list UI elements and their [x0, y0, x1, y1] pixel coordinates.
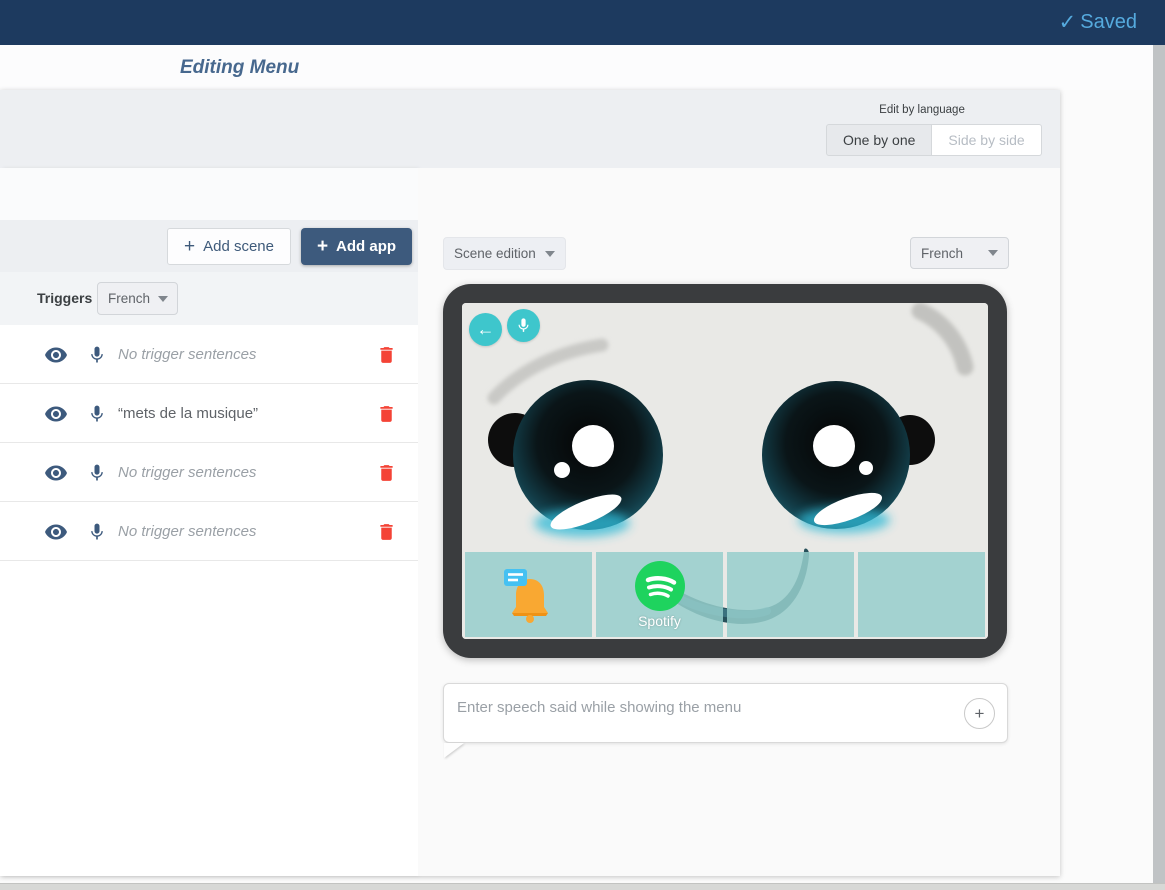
add-scene-label: Add scene	[203, 238, 274, 255]
screen-mic-button[interactable]	[507, 309, 540, 342]
tile-empty[interactable]	[858, 552, 985, 637]
trigger-sentence-text: “mets de la musique”	[118, 384, 258, 443]
delete-icon[interactable]	[376, 521, 397, 543]
add-buttons-band: + Add scene + Add app	[0, 220, 418, 272]
menu-tiles: Spotify	[465, 552, 985, 637]
editing-menu-page: ✓ Saved Editing Menu Edit by language On…	[0, 0, 1165, 890]
trigger-row[interactable]: No trigger sentences	[0, 502, 418, 561]
scrollbar-thumb[interactable]	[1153, 45, 1165, 883]
delete-icon[interactable]	[376, 462, 397, 484]
visibility-icon[interactable]	[44, 461, 68, 485]
scene-language-dropdown[interactable]: French	[910, 237, 1009, 269]
chevron-down-icon	[158, 296, 168, 302]
subheader: Editing Menu	[0, 45, 1165, 90]
back-button[interactable]: ←	[469, 313, 502, 346]
trigger-row[interactable]: “mets de la musique”	[0, 384, 418, 443]
spotify-icon	[634, 560, 686, 612]
trigger-sentence-text: No trigger sentences	[118, 325, 256, 384]
add-app-button[interactable]: + Add app	[301, 228, 412, 265]
triggers-language-value: French	[108, 291, 150, 306]
plus-icon: +	[184, 237, 195, 256]
chevron-down-icon	[545, 251, 555, 257]
microphone-icon[interactable]	[87, 521, 107, 543]
scene-language-value: French	[921, 246, 963, 261]
tile-spotify[interactable]: Spotify	[596, 552, 723, 637]
horizontal-scrollbar-track[interactable]	[0, 883, 1165, 890]
speech-input[interactable]	[457, 692, 937, 722]
triggers-header: Triggers French	[0, 272, 418, 325]
editor-card: Edit by language One by one Side by side…	[0, 90, 1060, 876]
save-status-label: Saved	[1080, 11, 1137, 34]
microphone-icon[interactable]	[87, 344, 107, 366]
trigger-sentence-text: No trigger sentences	[118, 443, 256, 502]
add-app-label: Add app	[336, 238, 396, 255]
visibility-icon[interactable]	[44, 402, 68, 426]
visibility-icon[interactable]	[44, 520, 68, 544]
speech-bubble: +	[443, 683, 1008, 743]
speech-bubble-tail	[444, 743, 464, 758]
scene-edition-dropdown[interactable]: Scene edition	[443, 237, 566, 270]
back-arrow-icon: ←	[477, 319, 495, 340]
plus-icon: +	[975, 704, 985, 724]
scene-editor: Scene edition French	[418, 168, 1060, 876]
chevron-down-icon	[988, 250, 998, 256]
trigger-sentence-text: No trigger sentences	[118, 502, 256, 561]
triggers-language-dropdown[interactable]: French	[97, 282, 178, 315]
vertical-scrollbar[interactable]	[1153, 45, 1165, 883]
tile-label: Spotify	[638, 613, 681, 629]
trigger-row[interactable]: No trigger sentences	[0, 443, 418, 502]
check-icon: ✓	[1059, 10, 1077, 35]
robot-screen: ←	[462, 303, 988, 639]
scene-edition-value: Scene edition	[454, 246, 536, 261]
tile-notifications[interactable]	[465, 552, 592, 637]
tablet-preview: ←	[443, 284, 1007, 658]
toggle-one-by-one[interactable]: One by one	[826, 124, 932, 156]
save-status: ✓ Saved	[1059, 0, 1137, 45]
trigger-row[interactable]: No trigger sentences	[0, 325, 418, 384]
delete-icon[interactable]	[376, 403, 397, 425]
top-navigation-bar: ✓ Saved	[0, 0, 1165, 45]
visibility-icon[interactable]	[44, 343, 68, 367]
plus-icon: +	[317, 237, 328, 256]
triggers-panel: + Add scene + Add app Triggers French	[0, 168, 418, 876]
triggers-label: Triggers	[37, 272, 92, 325]
notification-bell-icon	[502, 567, 556, 623]
microphone-icon[interactable]	[87, 403, 107, 425]
add-scene-button[interactable]: + Add scene	[167, 228, 291, 265]
microphone-icon[interactable]	[87, 462, 107, 484]
page-title: Editing Menu	[180, 45, 299, 90]
panel-spacer	[0, 168, 418, 220]
edit-mode-toggle: One by one Side by side	[826, 124, 1042, 156]
toggle-side-by-side[interactable]: Side by side	[932, 124, 1041, 156]
add-speech-button[interactable]: +	[964, 698, 995, 729]
delete-icon[interactable]	[376, 344, 397, 366]
edit-by-language-label: Edit by language	[826, 104, 1018, 116]
tile-empty[interactable]	[727, 552, 854, 637]
language-mode-band: Edit by language One by one Side by side	[0, 90, 1060, 168]
microphone-icon	[515, 316, 532, 335]
trigger-rows: No trigger sentences “mets de la musique…	[0, 325, 418, 561]
